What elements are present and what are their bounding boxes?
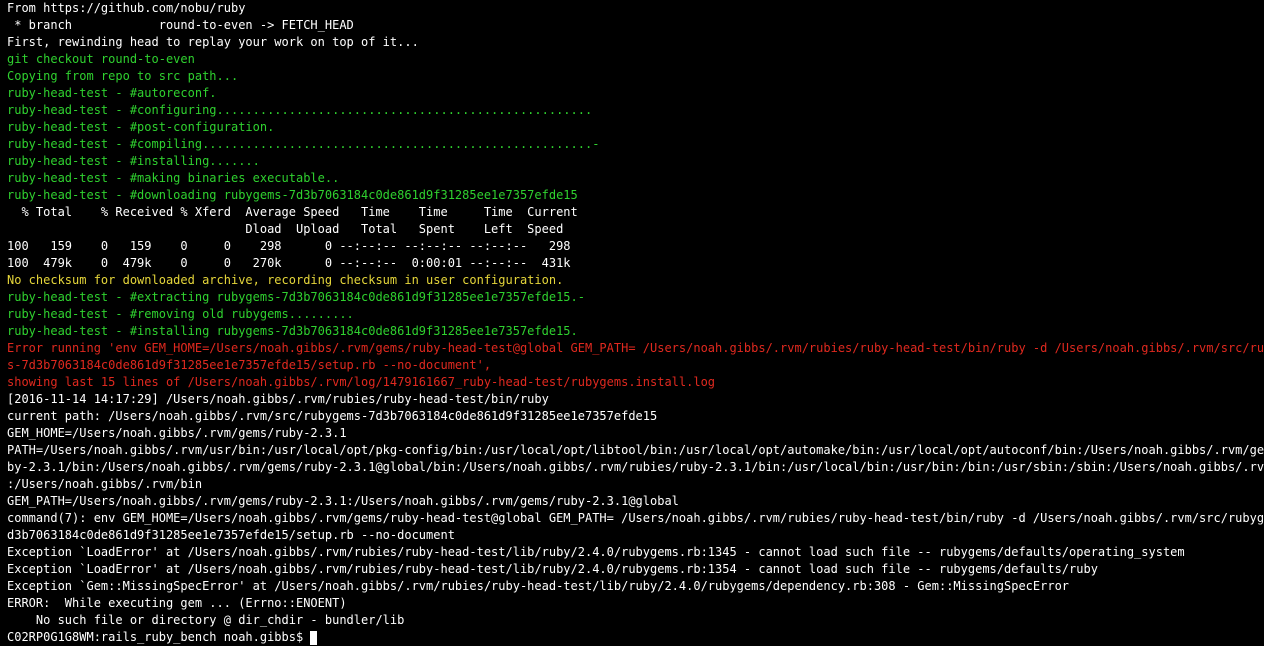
terminal-line: PATH=/Users/noah.gibbs/.rvm/usr/bin:/usr… [7, 443, 1264, 457]
terminal-line: d3b7063184c0de861d9f31285ee1e7357efde15/… [7, 528, 455, 542]
terminal-line: ruby-head-test - #configuring...........… [7, 103, 593, 117]
terminal-line: GEM_HOME=/Users/noah.gibbs/.rvm/gems/rub… [7, 426, 347, 440]
terminal-line: ruby-head-test - #compiling.............… [7, 137, 600, 151]
terminal-line: No checksum for downloaded archive, reco… [7, 273, 564, 287]
terminal-line: * branch round-to-even -> FETCH_HEAD [7, 18, 354, 32]
terminal-line: Exception `Gem::MissingSpecError' at /Us… [7, 579, 1070, 593]
terminal-line: current path: /Users/noah.gibbs/.rvm/src… [7, 409, 658, 423]
prompt-line[interactable]: C02RP0G1G8WM:rails_ruby_bench noah.gibbs… [7, 629, 1264, 646]
terminal-line: showing last 15 lines of /Users/noah.gib… [7, 375, 716, 389]
terminal-line: ruby-head-test - #installing....... [7, 154, 260, 168]
terminal-line: 100 159 0 159 0 0 298 0 --:--:-- --:--:-… [7, 239, 571, 253]
terminal-line: git checkout round-to-even [7, 52, 195, 66]
terminal-line: % Total % Received % Xferd Average Speed… [7, 205, 578, 219]
text-cursor [310, 630, 318, 645]
terminal-line: [2016-11-14 14:17:29] /Users/noah.gibbs/… [7, 392, 549, 406]
terminal-window[interactable]: From https://github.com/nobu/ruby * bran… [0, 0, 1264, 646]
terminal-line: ruby-head-test - #making binaries execut… [7, 171, 340, 185]
shell-prompt: C02RP0G1G8WM:rails_ruby_bench noah.gibbs… [7, 630, 304, 644]
terminal-line: by-2.3.1/bin:/Users/noah.gibbs/.rvm/gems… [7, 460, 1264, 474]
terminal-line: ruby-head-test - #post-configuration. [7, 120, 275, 134]
terminal-line: ruby-head-test - #removing old rubygems.… [7, 307, 354, 321]
terminal-line: Error running 'env GEM_HOME=/Users/noah.… [7, 341, 1264, 355]
terminal-line: No such file or directory @ dir_chdir - … [7, 613, 405, 627]
terminal-line: From https://github.com/nobu/ruby [7, 1, 246, 15]
terminal-line: Exception `LoadError' at /Users/noah.gib… [7, 545, 1185, 559]
terminal-line: :/Users/noah.gibbs/.rvm/bin [7, 477, 203, 491]
terminal-line: Copying from repo to src path... [7, 69, 239, 83]
terminal-line: ruby-head-test - #downloading rubygems-7… [7, 188, 578, 202]
terminal-line: ruby-head-test - #installing rubygems-7d… [7, 324, 578, 338]
terminal-line: First, rewinding head to replay your wor… [7, 35, 419, 49]
terminal-line: s-7d3b7063184c0de861d9f31285ee1e7357efde… [7, 358, 492, 372]
terminal-line: ERROR: While executing gem ... (Errno::E… [7, 596, 347, 610]
terminal-line: ruby-head-test - #extracting rubygems-7d… [7, 290, 585, 304]
terminal-line: Dload Upload Total Spent Left Speed [7, 222, 564, 236]
terminal-line: 100 479k 0 479k 0 0 270k 0 --:--:-- 0:00… [7, 256, 571, 270]
terminal-line: command(7): env GEM_HOME=/Users/noah.gib… [7, 511, 1264, 525]
terminal-line: GEM_PATH=/Users/noah.gibbs/.rvm/gems/rub… [7, 494, 679, 508]
terminal-output: From https://github.com/nobu/ruby * bran… [7, 0, 1264, 629]
terminal-line: ruby-head-test - #autoreconf. [7, 86, 217, 100]
terminal-line: Exception `LoadError' at /Users/noah.gib… [7, 562, 1098, 576]
